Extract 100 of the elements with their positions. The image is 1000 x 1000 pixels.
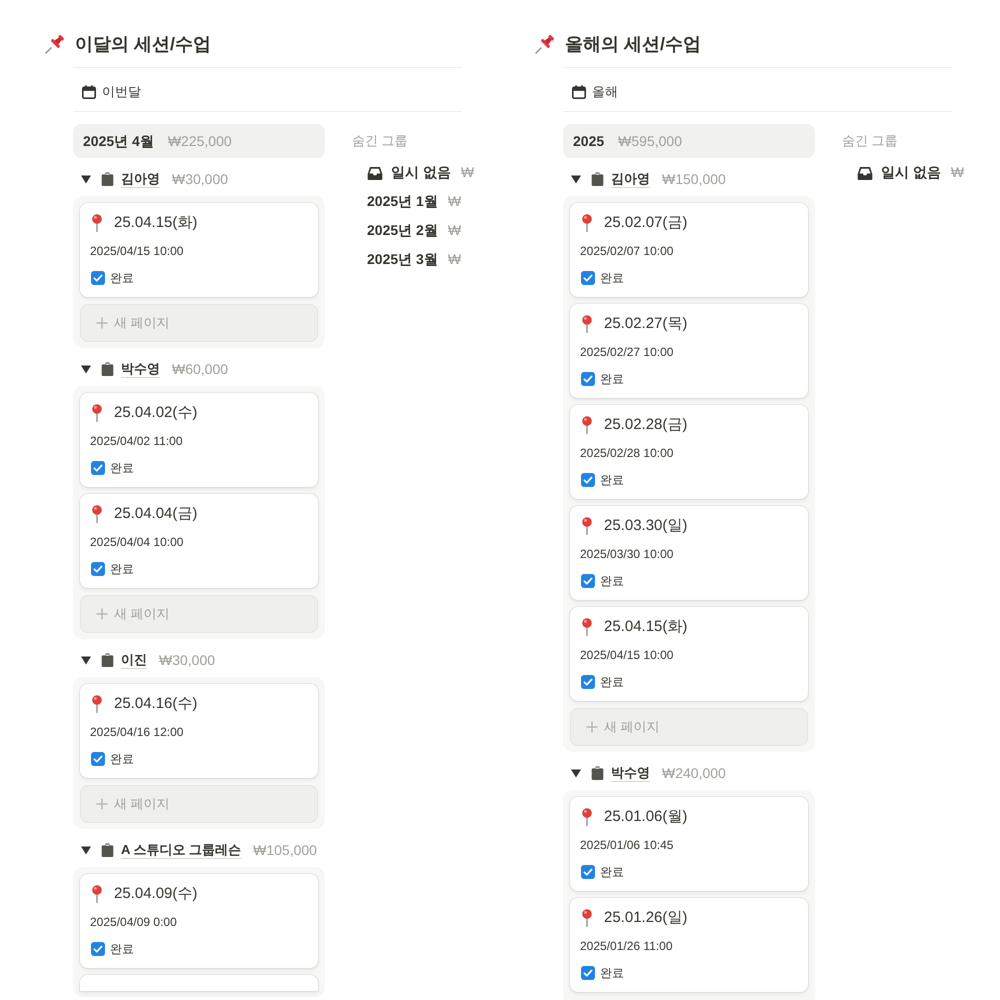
session-card[interactable]: 25.02.28(금) 2025/02/28 10:00 완료 xyxy=(570,405,808,499)
session-card[interactable]: 25.03.30(일) 2025/03/30 10:00 완료 xyxy=(570,506,808,600)
view-tab[interactable]: 이번달 xyxy=(82,82,141,100)
session-datetime: 2025/03/30 10:00 xyxy=(580,546,674,563)
session-datetime: 2025/04/02 11:00 xyxy=(90,433,184,450)
checkbox[interactable] xyxy=(581,372,595,386)
disclosure-triangle-icon[interactable] xyxy=(81,174,91,184)
checkbox[interactable] xyxy=(581,574,595,588)
subgroup-name-link[interactable]: 박수영 xyxy=(611,764,650,782)
status-label: 완료 xyxy=(110,460,134,477)
round-pin-icon xyxy=(581,618,593,636)
plus-icon xyxy=(586,721,598,733)
subgroup-name-link[interactable]: 김아영 xyxy=(611,170,650,188)
subgroup-total: ₩60,000 xyxy=(172,360,228,378)
checkbox[interactable] xyxy=(91,461,105,475)
hidden-group-total: ₩ xyxy=(448,221,462,240)
session-card[interactable]: 25.04.04(금) 2025/04/04 10:00 완료 xyxy=(80,494,318,588)
session-card[interactable]: 25.04.15(화) 2025/04/15 10:00 완료 xyxy=(570,607,808,701)
group-label: 2025년 4월 xyxy=(83,132,154,150)
session-datetime: 2025/02/28 10:00 xyxy=(580,445,674,462)
pushpin-icon xyxy=(535,34,555,54)
checkbox[interactable] xyxy=(91,562,105,576)
session-title: 25.04.04(금) xyxy=(114,504,198,524)
hidden-group-label[interactable]: 2025년 2월 xyxy=(367,220,438,241)
subgroup-total: ₩150,000 xyxy=(662,170,726,188)
disclosure-triangle-icon[interactable] xyxy=(571,174,581,184)
hidden-group-label[interactable]: 일시 없음 xyxy=(391,162,451,183)
clipboard-icon xyxy=(101,172,114,186)
checkbox[interactable] xyxy=(91,942,105,956)
session-title: 25.02.07(금) xyxy=(604,213,688,233)
inbox-tray-icon xyxy=(367,166,383,180)
session-datetime: 2025/01/26 11:00 xyxy=(580,938,674,955)
session-title: 25.04.09(수) xyxy=(114,884,198,904)
session-card[interactable]: 25.04.09(수) 2025/04/09 0:00 완료 xyxy=(80,874,318,968)
clipboard-icon xyxy=(591,172,604,186)
clipboard-icon xyxy=(591,766,604,780)
status-label: 완료 xyxy=(600,270,624,287)
status-label: 완료 xyxy=(600,573,624,590)
disclosure-triangle-icon[interactable] xyxy=(81,364,91,374)
subgroup-total: ₩30,000 xyxy=(159,650,216,670)
subgroup-name-link[interactable]: A 스튜디오 그룹레슨 xyxy=(121,841,242,859)
session-title: 25.04.15(화) xyxy=(604,617,688,637)
disclosure-triangle-icon[interactable] xyxy=(571,768,581,778)
session-datetime: 2025/01/06 10:45 xyxy=(580,837,674,854)
group-label: 2025 xyxy=(573,132,604,150)
hidden-group-total: ₩ xyxy=(950,163,964,182)
session-title: 25.02.27(목) xyxy=(604,314,688,334)
checkbox[interactable] xyxy=(581,966,595,980)
view-tab[interactable]: 올해 xyxy=(572,82,618,100)
status-label: 완료 xyxy=(110,270,134,287)
session-datetime: 2025/04/04 10:00 xyxy=(90,534,184,551)
round-pin-icon xyxy=(581,808,593,826)
board-title: 이달의 세션/수업 xyxy=(75,33,212,56)
checkbox[interactable] xyxy=(581,473,595,487)
subgroup-name-link[interactable]: 박수영 xyxy=(121,360,160,378)
subgroup-total: ₩240,000 xyxy=(662,764,726,782)
session-title: 25.04.15(화) xyxy=(114,213,198,233)
round-pin-icon xyxy=(91,885,103,903)
subgroup-total: ₩30,000 xyxy=(172,170,228,188)
session-card[interactable]: 25.04.15(화) 2025/04/15 10:00 완료 xyxy=(80,203,318,297)
session-title: 25.01.26(일) xyxy=(604,908,688,928)
session-card[interactable]: 25.01.26(일) 2025/01/26 11:00 완료 xyxy=(570,898,808,992)
hidden-group-label[interactable]: 2025년 1월 xyxy=(367,191,438,212)
session-card[interactable]: 25.02.07(금) 2025/02/07 10:00 완료 xyxy=(570,203,808,297)
disclosure-triangle-icon[interactable] xyxy=(81,655,91,665)
plus-icon xyxy=(96,317,108,329)
status-label: 완료 xyxy=(600,472,624,489)
disclosure-triangle-icon[interactable] xyxy=(81,845,91,855)
session-card[interactable]: 25.02.27(목) 2025/02/27 10:00 완료 xyxy=(570,304,808,398)
session-title: 25.02.28(금) xyxy=(604,415,688,435)
pushpin-icon xyxy=(45,34,65,54)
status-label: 완료 xyxy=(110,941,134,958)
status-label: 완료 xyxy=(600,965,624,982)
checkbox[interactable] xyxy=(581,271,595,285)
round-pin-icon xyxy=(91,404,103,422)
session-card[interactable]: 25.04.02(수) 2025/04/02 11:00 완료 xyxy=(80,393,318,487)
status-label: 완료 xyxy=(600,864,624,881)
session-datetime: 2025/04/09 0:00 xyxy=(90,914,178,931)
checkbox[interactable] xyxy=(91,271,105,285)
plus-icon xyxy=(96,608,108,620)
session-card[interactable]: 25.01.06(월) 2025/01/06 10:45 완료 xyxy=(570,797,808,891)
hidden-group-total: ₩ xyxy=(448,192,462,211)
status-label: 완료 xyxy=(110,561,134,578)
round-pin-icon xyxy=(91,695,103,713)
session-title: 25.03.30(일) xyxy=(604,516,688,536)
checkbox[interactable] xyxy=(581,865,595,879)
status-label: 완료 xyxy=(600,674,624,691)
round-pin-icon xyxy=(581,416,593,434)
checkbox[interactable] xyxy=(581,675,595,689)
hidden-group-label[interactable]: 2025년 3월 xyxy=(367,249,438,270)
session-datetime: 2025/04/16 12:00 xyxy=(90,724,184,741)
hidden-group-label[interactable]: 일시 없음 xyxy=(881,162,941,183)
board-title: 올해의 세션/수업 xyxy=(565,33,702,56)
subgroup-name-link[interactable]: 이진 xyxy=(121,651,147,669)
session-card[interactable]: 25.04.16(수) 2025/04/16 12:00 완료 xyxy=(80,684,318,778)
round-pin-icon xyxy=(581,517,593,535)
checkbox[interactable] xyxy=(91,752,105,766)
subgroup-name-link[interactable]: 김아영 xyxy=(121,170,160,188)
group-total: ₩595,000 xyxy=(618,132,682,150)
session-datetime: 2025/02/07 10:00 xyxy=(580,243,674,260)
